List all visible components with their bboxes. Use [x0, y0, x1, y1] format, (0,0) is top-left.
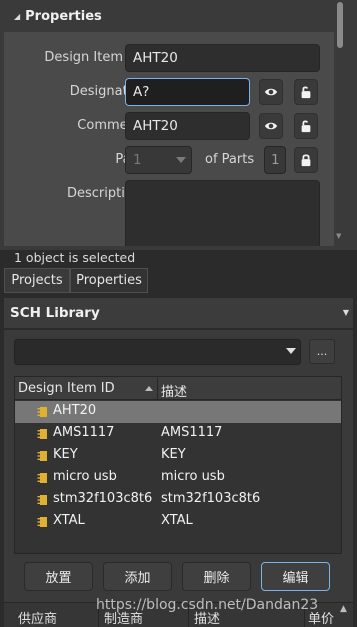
component-row[interactable]: micro usb micro usb [15, 467, 341, 489]
component-row[interactable]: stm32f103c8t6 stm32f103c8t6 [15, 489, 341, 511]
component-description: KEY [161, 447, 186, 462]
component-icon [37, 517, 47, 527]
library-search-combobox[interactable] [14, 339, 301, 365]
sch-library-header: SCH Library ▼ [4, 298, 353, 328]
column-divider[interactable] [157, 378, 158, 399]
component-row[interactable]: AMS1117 AMS1117 [15, 423, 341, 445]
collapse-triangle-icon[interactable]: ◢ [14, 12, 20, 21]
component-id: KEY [53, 447, 78, 462]
place-button[interactable]: 放置 [24, 562, 93, 591]
sort-ascending-icon: ▲ [340, 604, 347, 614]
watermark-text: https://blog.csdn.net/Dandan23 [96, 597, 319, 613]
lock-open-icon [301, 86, 311, 99]
component-row[interactable]: KEY KEY [15, 445, 341, 467]
component-icon [37, 429, 47, 439]
column-header-design-item-id[interactable]: Design Item ID [18, 381, 115, 396]
properties-header[interactable]: ◢ Properties [4, 0, 334, 32]
chevron-down-icon[interactable] [286, 348, 296, 354]
delete-button[interactable]: 删除 [182, 562, 251, 591]
component-description: XTAL [161, 513, 193, 528]
column-header-description[interactable]: 描述 [161, 381, 187, 400]
component-id: AMS1117 [53, 425, 115, 440]
tab-projects[interactable]: Projects [4, 268, 70, 293]
eye-icon [264, 122, 278, 130]
designator-visibility-button[interactable] [259, 79, 283, 105]
selection-status: 1 object is selected [14, 250, 136, 265]
component-icon [37, 407, 47, 417]
part-value: 1 [133, 152, 142, 168]
library-more-button[interactable]: ... [309, 339, 335, 364]
component-id: micro usb [53, 469, 117, 484]
column-header-supplier[interactable]: 供应商 [18, 608, 57, 627]
component-icon [37, 495, 47, 505]
component-icon [37, 451, 47, 461]
add-button[interactable]: 添加 [103, 562, 172, 591]
component-description: micro usb [161, 469, 225, 484]
description-field[interactable] [125, 180, 320, 246]
properties-title: Properties [25, 8, 102, 24]
component-description: stm32f103c8t6 [161, 491, 261, 506]
component-description: AMS1117 [161, 425, 223, 440]
designator-field[interactable]: A? [125, 78, 250, 106]
lock-icon [301, 154, 311, 167]
sort-ascending-icon [145, 386, 153, 391]
chevron-down-icon [176, 157, 186, 163]
component-row[interactable]: AHT20 [15, 401, 341, 423]
component-icon [37, 473, 47, 483]
lock-open-icon [301, 120, 311, 133]
comment-lock-button[interactable] [294, 113, 318, 139]
comment-visibility-button[interactable] [259, 113, 283, 139]
component-id: XTAL [53, 513, 85, 528]
comment-field[interactable]: AHT20 [125, 112, 250, 140]
component-row[interactable]: XTAL XTAL [15, 511, 341, 533]
design-item-id-field[interactable]: AHT20 [125, 44, 320, 72]
eye-icon [264, 88, 278, 96]
component-id: stm32f103c8t6 [53, 491, 153, 506]
part-lock-button[interactable] [294, 147, 318, 173]
part-select[interactable]: 1 [125, 146, 192, 174]
properties-scrollbar-thumb[interactable] [337, 2, 343, 48]
of-parts-label: of Parts [205, 152, 255, 167]
sch-library-title: SCH Library [10, 305, 100, 321]
of-parts-value: 1 [264, 146, 286, 174]
tab-properties[interactable]: Properties [70, 268, 148, 293]
edit-button[interactable]: 编辑 [261, 562, 330, 591]
designator-lock-button[interactable] [294, 79, 318, 105]
component-id: AHT20 [53, 403, 97, 418]
scroll-down-icon[interactable]: ▼ [336, 232, 344, 240]
panel-menu-icon[interactable]: ▼ [343, 308, 349, 317]
